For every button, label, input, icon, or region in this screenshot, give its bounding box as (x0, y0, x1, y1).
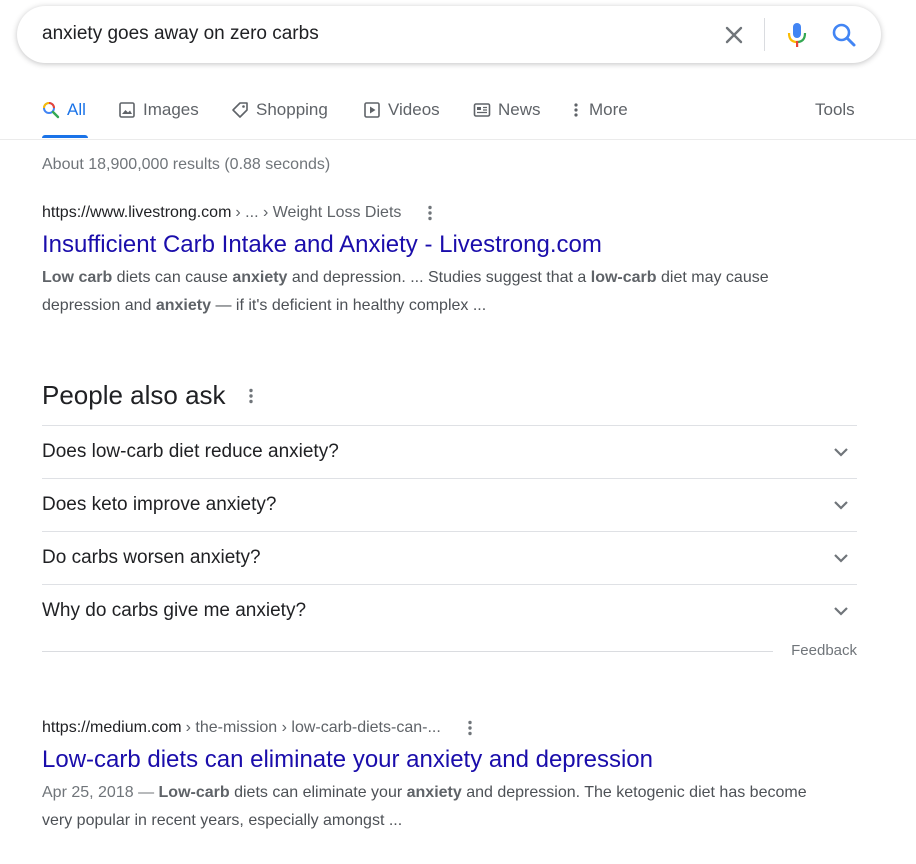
play-icon (364, 102, 380, 118)
tab-label: Videos (388, 100, 440, 119)
result-domain[interactable]: https://www.livestrong.com (42, 204, 231, 222)
search-icon (43, 102, 60, 119)
people-also-ask-heading: People also ask (42, 380, 258, 411)
result-path: › ... › Weight Loss Diets (235, 204, 402, 221)
paa-question-text: Why do carbs give me anxiety? (42, 600, 307, 621)
clear-icon[interactable] (722, 23, 746, 47)
microphone-icon[interactable] (785, 21, 809, 49)
snippet-text: diets can cause (112, 269, 233, 286)
result-snippet: Apr 25, 2018 — Low-carb diets can elimin… (42, 779, 822, 835)
tab-label: All (67, 100, 86, 119)
paa-question[interactable]: Does keto improve anxiety? (42, 478, 857, 531)
result-snippet: Low carb diets can cause anxiety and dep… (42, 264, 822, 320)
snippet-text: — if it's deficient in healthy complex .… (211, 297, 487, 314)
snippet-highlight: low-carb (590, 269, 657, 286)
search-result: https://www.livestrong.com › ... › Weigh… (42, 204, 822, 320)
tab-all[interactable]: All (42, 100, 86, 120)
chevron-down-icon (834, 448, 848, 457)
tag-icon (232, 102, 248, 118)
paa-question[interactable]: Why do carbs give me anxiety? (42, 584, 857, 637)
search-input[interactable]: anxiety goes away on zero carbs (42, 23, 319, 45)
result-title-link[interactable]: Low-carb diets can eliminate your anxiet… (42, 745, 822, 775)
result-title-link[interactable]: Insufficient Carb Intake and Anxiety - L… (42, 230, 822, 260)
chevron-down-icon (834, 554, 848, 563)
paa-question[interactable]: Do carbs worsen anxiety? (42, 531, 857, 584)
result-path: › the-mission › low-carb-diets-can-... (185, 719, 441, 736)
paa-question-text: Does low-carb diet reduce anxiety? (42, 441, 339, 462)
snippet-highlight: Low carb (42, 269, 113, 286)
result-breadcrumb: https://www.livestrong.com › ... › Weigh… (42, 204, 822, 222)
paa-feedback-row: Feedback (42, 642, 857, 662)
chevron-down-icon (834, 607, 848, 616)
tab-label: News (498, 100, 541, 119)
chevron-down-icon (834, 501, 848, 510)
tab-shopping[interactable]: Shopping (231, 100, 328, 120)
paa-question[interactable]: Does low-carb diet reduce anxiety? (42, 425, 857, 478)
newspaper-icon (473, 103, 491, 117)
feedback-link[interactable]: Feedback (791, 642, 857, 659)
tab-more[interactable]: More (570, 100, 628, 120)
snippet-highlight: anxiety (232, 269, 288, 286)
people-also-ask-list: Does low-carb diet reduce anxiety? Does … (42, 425, 857, 637)
more-options-icon[interactable] (244, 387, 258, 405)
tab-label: Images (143, 100, 199, 119)
snippet-highlight: Low-carb (158, 784, 230, 801)
more-options-icon[interactable] (423, 204, 437, 222)
tab-tools[interactable]: Tools (815, 100, 855, 120)
kebab-icon (574, 103, 578, 117)
image-icon (119, 102, 135, 118)
tab-label: More (589, 100, 628, 119)
result-stats: About 18,900,000 results (0.88 seconds) (42, 156, 331, 173)
tab-news[interactable]: News (473, 100, 541, 120)
divider (42, 651, 773, 652)
paa-question-text: Do carbs worsen anxiety? (42, 547, 261, 568)
search-box[interactable]: anxiety goes away on zero carbs (17, 6, 881, 63)
paa-title-text: People also ask (42, 380, 226, 410)
search-result: https://medium.com › the-mission › low-c… (42, 719, 822, 835)
snippet-highlight: anxiety (155, 297, 211, 314)
search-tabs: All Images Shopping Videos News More Too… (0, 90, 916, 140)
tab-label: Tools (815, 100, 855, 119)
search-divider (764, 18, 765, 51)
snippet-text: diets can eliminate your (229, 784, 407, 801)
more-options-icon[interactable] (463, 719, 477, 737)
active-tab-indicator (42, 135, 88, 138)
snippet-highlight: anxiety (406, 784, 462, 801)
result-domain[interactable]: https://medium.com (42, 719, 182, 737)
snippet-text: and depression. ... Studies suggest that… (287, 269, 591, 286)
tab-label: Shopping (256, 100, 328, 119)
tab-images[interactable]: Images (118, 100, 199, 120)
result-breadcrumb: https://medium.com › the-mission › low-c… (42, 719, 822, 737)
tab-videos[interactable]: Videos (363, 100, 440, 120)
paa-question-text: Does keto improve anxiety? (42, 494, 277, 515)
result-date: Apr 25, 2018 — (42, 784, 159, 801)
search-icon[interactable] (831, 22, 857, 48)
